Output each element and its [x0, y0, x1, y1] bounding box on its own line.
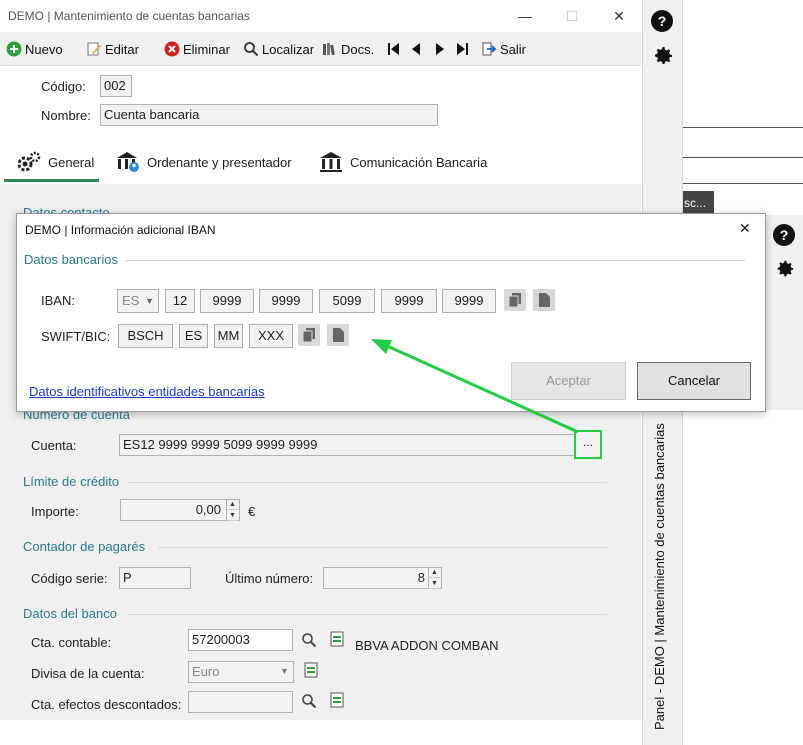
annotation-arrow — [371, 339, 579, 434]
